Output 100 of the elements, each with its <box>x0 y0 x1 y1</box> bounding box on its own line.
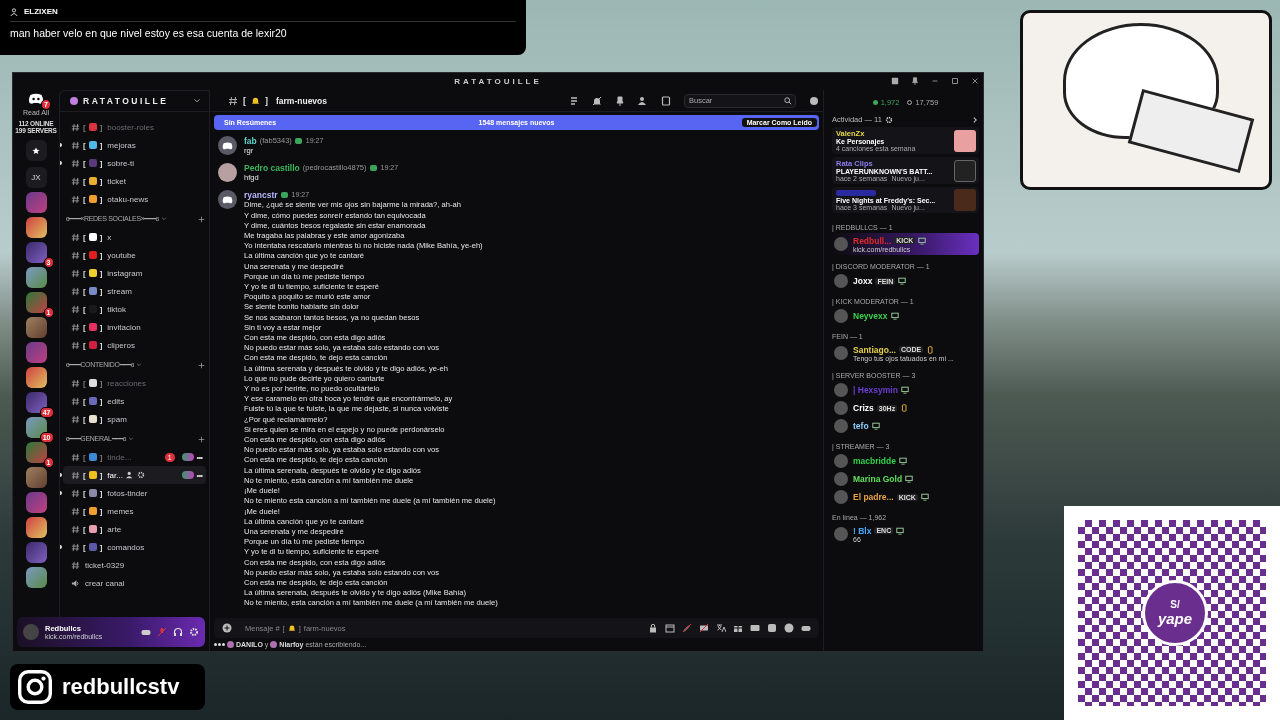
channel-item[interactable]: [ ] spam <box>63 410 206 428</box>
channel-item[interactable]: [ ] ticket <box>63 172 206 190</box>
server-icon[interactable] <box>25 567 47 588</box>
bell-icon <box>251 96 260 105</box>
hash-icon <box>71 176 80 186</box>
channel-item[interactable]: [ ] arte <box>63 520 206 538</box>
add-attachment-icon[interactable] <box>222 623 232 633</box>
search-icon <box>784 96 792 105</box>
channel-item[interactable]: [ ] tiktok <box>63 300 206 318</box>
bell-muted-icon[interactable] <box>592 95 602 106</box>
hash-icon <box>71 452 80 462</box>
online-dot-icon <box>872 100 878 105</box>
hash-icon <box>71 488 80 498</box>
server-icon[interactable] <box>25 517 47 538</box>
translate-icon[interactable] <box>716 623 726 633</box>
channel-item[interactable]: [ ] reacciones <box>63 374 206 392</box>
hash-icon <box>71 158 80 168</box>
bell-icon <box>287 624 296 632</box>
chevron-right-icon[interactable] <box>971 115 979 124</box>
channel-item[interactable]: [ ] edits <box>63 392 206 410</box>
pin-icon[interactable] <box>911 77 919 85</box>
favorites-button[interactable] <box>25 140 47 161</box>
server-header[interactable]: RATATOUILLE <box>60 91 209 112</box>
member-item[interactable]: Neyvexx <box>832 307 979 325</box>
hash-icon <box>71 286 80 296</box>
member-item[interactable]: macbridde <box>832 452 979 470</box>
hash-icon <box>71 322 80 332</box>
chevron-down-icon <box>193 97 201 105</box>
hash-icon <box>71 194 80 204</box>
channel-item[interactable]: crear canal <box>63 574 206 592</box>
channel-item[interactable]: [ ] cliperos <box>63 336 206 354</box>
members-icon[interactable] <box>638 95 648 106</box>
server-icon <box>70 97 78 105</box>
cover-art <box>954 129 976 152</box>
channel-item[interactable]: [ ] mejoras <box>63 136 206 154</box>
server-icon[interactable] <box>25 367 47 388</box>
settings-icon[interactable] <box>884 115 893 124</box>
hash-icon <box>71 122 80 132</box>
server-icon[interactable] <box>25 217 47 238</box>
chat-username: ELZIXEN <box>24 7 58 16</box>
settings-icon[interactable] <box>136 471 145 479</box>
message-author[interactable]: Pedro castillo <box>244 162 300 173</box>
discord-logo-icon[interactable] <box>28 93 44 105</box>
window-title: RATATOUILLE <box>454 77 542 86</box>
plus-icon[interactable] <box>198 435 205 443</box>
mic-muted-icon[interactable] <box>157 627 167 637</box>
pin-icon[interactable] <box>615 95 625 106</box>
member-item[interactable]: Marina Gold <box>832 470 979 488</box>
channel-item[interactable]: [ ] otaku-news <box>63 190 206 208</box>
instagram-handle: redbullcstv <box>62 674 180 700</box>
maximize-icon[interactable] <box>951 77 959 85</box>
channel-item[interactable]: ticket-0329 <box>63 556 206 574</box>
message-author[interactable]: ryancstr <box>244 189 278 200</box>
chevron-down-icon <box>128 436 135 442</box>
gift-icon[interactable] <box>733 623 743 633</box>
channel-item[interactable]: [ ] x <box>63 228 206 246</box>
threads-icon[interactable] <box>569 95 579 106</box>
calendar-icon[interactable] <box>665 623 675 633</box>
role-icon <box>280 191 288 198</box>
channel-item[interactable]: [ ] comandos <box>63 538 206 556</box>
hash-icon <box>71 378 80 388</box>
hash-icon <box>71 250 80 260</box>
channel-item[interactable]: [ ] youtube <box>63 246 206 264</box>
role-icon <box>294 137 302 144</box>
channel-item[interactable]: [ ] memes <box>63 502 206 520</box>
hash-icon <box>71 396 80 406</box>
server-button[interactable]: JX <box>25 167 47 188</box>
server-icon[interactable] <box>25 267 47 288</box>
server-icon[interactable] <box>25 467 47 488</box>
headphones-icon[interactable] <box>173 627 183 637</box>
message-author[interactable]: fab <box>244 135 257 146</box>
hash-icon <box>71 268 80 278</box>
channel-item[interactable]: [ ] invitacion <box>63 318 206 336</box>
brush-muted-icon[interactable] <box>682 623 692 633</box>
channel-item[interactable]: [ ] sobre-ti <box>63 154 206 172</box>
hash-icon <box>71 232 80 242</box>
channel-item[interactable]: [ ] instagram <box>63 264 206 282</box>
hash-icon <box>71 304 80 314</box>
server-icon[interactable] <box>25 317 47 338</box>
settings-icon[interactable] <box>189 627 199 637</box>
lock-icon[interactable] <box>648 623 658 633</box>
video-muted-icon[interactable] <box>699 623 709 633</box>
chevron-down-icon <box>136 362 142 368</box>
cover-art <box>954 189 976 211</box>
plus-icon[interactable] <box>198 215 205 223</box>
channel-item[interactable]: [ ] far... ••• <box>63 466 206 484</box>
plus-icon[interactable] <box>198 361 205 369</box>
channel-item[interactable]: [ ] fotos-tinder <box>63 484 206 502</box>
add-member-icon[interactable] <box>125 471 134 479</box>
channel-item[interactable]: [ ] booster-roles <box>63 118 206 136</box>
user-icon <box>10 7 18 16</box>
channel-title: ] <box>265 95 268 106</box>
member-item[interactable]: tefo <box>832 417 979 435</box>
chevron-down-icon <box>160 216 167 222</box>
channel-item[interactable]: [ ] stream <box>63 282 206 300</box>
hash-icon <box>71 140 80 150</box>
typing-indicator-icon <box>214 643 225 646</box>
role-icon <box>369 164 377 171</box>
avatar <box>270 641 278 648</box>
close-icon[interactable] <box>971 77 979 85</box>
